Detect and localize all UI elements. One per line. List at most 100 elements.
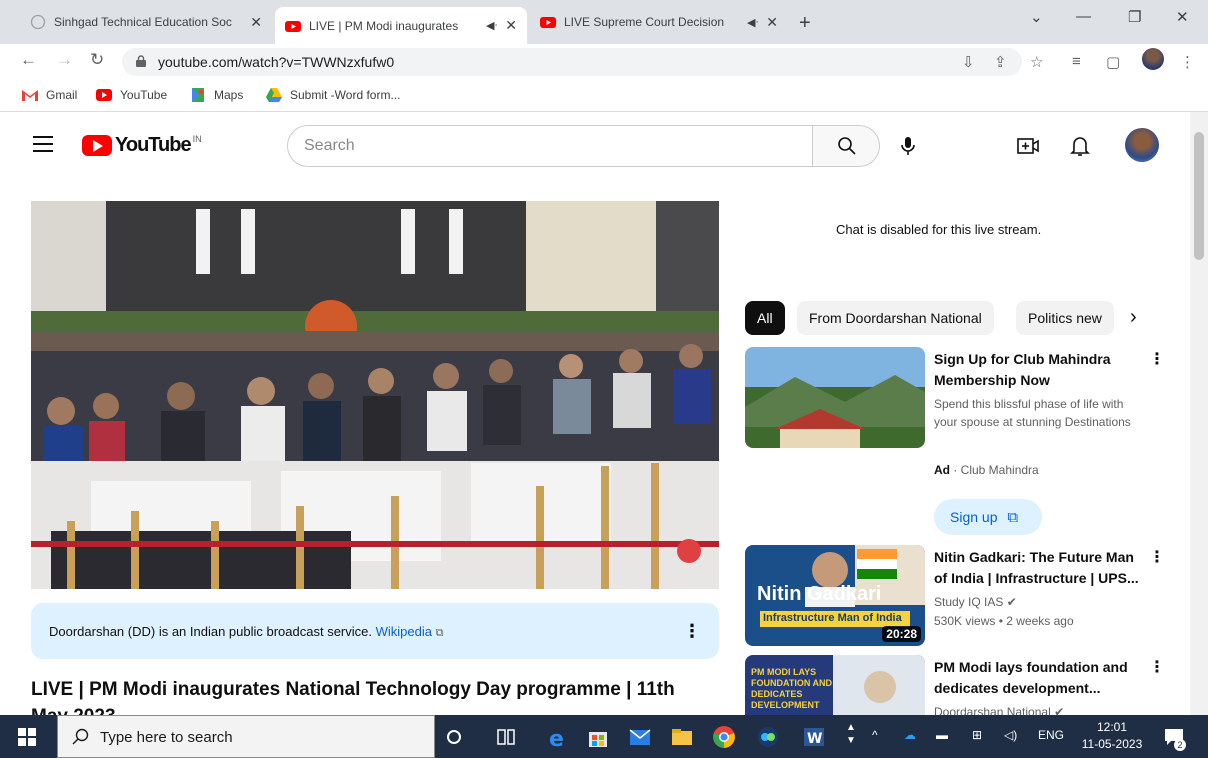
external-link-icon: ⧉: [1007, 509, 1019, 526]
chip-politics[interactable]: Politics new: [1016, 301, 1114, 335]
browser-tab-strip: Sinhgad Technical Education Soc ✕ LIVE |…: [0, 0, 1208, 44]
external-link-icon[interactable]: ⧉: [436, 627, 444, 639]
webex-icon[interactable]: [756, 725, 780, 749]
microsoft-store-icon[interactable]: [586, 725, 610, 749]
tab-supreme-court-live[interactable]: LIVE Supreme Court Decision ◀ᐧ ✕: [530, 7, 788, 37]
bookmark-star-icon[interactable]: ☆: [1030, 53, 1043, 71]
youtube-logo[interactable]: YouTube IN: [82, 134, 202, 157]
windows-start-icon[interactable]: [18, 728, 36, 746]
tab-title: LIVE | PM Modi inaugurates: [309, 18, 459, 33]
card-title[interactable]: Sign Up for Club Mahindra Membership Now: [934, 349, 1144, 391]
reading-list-icon[interactable]: ≡: [1072, 53, 1081, 70]
menu-icon[interactable]: [33, 136, 53, 152]
close-tab-icon[interactable]: ✕: [505, 17, 517, 34]
create-video-icon[interactable]: [1016, 134, 1040, 158]
globe-icon: [30, 14, 46, 30]
verified-check-icon: ✔: [1006, 595, 1017, 609]
video-thumbnail[interactable]: PM MODI LAYS FOUNDATION AND DEDICATES DE…: [745, 655, 925, 715]
youtube-wordmark: YouTube: [115, 134, 192, 156]
install-app-icon[interactable]: ⇩: [962, 53, 975, 71]
bookmark-submit-word-form[interactable]: Submit -Word form...: [266, 88, 400, 102]
chat-disabled-message: Chat is disabled for this live stream.: [836, 222, 1042, 237]
edge-browser-icon[interactable]: e: [546, 725, 570, 749]
battery-icon[interactable]: ▬: [936, 728, 948, 742]
tab-sinhgad[interactable]: Sinhgad Technical Education Soc ✕: [20, 7, 272, 37]
new-tab-button[interactable]: +: [799, 12, 811, 35]
youtube-play-logo-icon: [82, 135, 112, 156]
more-options-icon[interactable]: ⋮: [1149, 547, 1165, 567]
chip-from-doordarshan[interactable]: From Doordarshan National: [797, 301, 994, 335]
side-panel-icon[interactable]: ▢: [1106, 53, 1120, 71]
ad-advertiser-line: Ad · Club Mahindra: [934, 463, 1039, 477]
video-thumbnail[interactable]: Nitin Gadkari Infrastructure Man of Indi…: [745, 545, 925, 646]
thumb-text: PM MODI LAYS FOUNDATION AND DEDICATES DE…: [751, 667, 832, 710]
volume-icon[interactable]: ◁): [1004, 728, 1017, 742]
close-window-icon[interactable]: ✕: [1176, 8, 1189, 26]
ad-badge: Ad: [934, 463, 950, 477]
scrollbar-thumb[interactable]: [1194, 132, 1204, 260]
microphone-icon[interactable]: [896, 134, 920, 158]
back-arrow-icon[interactable]: ←: [20, 50, 37, 70]
system-clock[interactable]: 12:01 11-05-2023: [1077, 719, 1147, 753]
windows-taskbar: Type here to search e W ▲ ▼ ^ ☁ ▬ ⊞ ◁) EN…: [0, 715, 1208, 758]
address-bar[interactable]: youtube.com/watch?v=TWWNzxfufw0: [122, 48, 1022, 76]
share-icon[interactable]: ⇪: [994, 53, 1007, 71]
restore-icon[interactable]: ❐: [1128, 8, 1141, 26]
more-options-icon[interactable]: ⋮: [1149, 657, 1165, 677]
minimize-icon[interactable]: —: [1076, 8, 1091, 25]
show-hidden-icons-chevron[interactable]: ^: [872, 728, 878, 742]
search-button[interactable]: [812, 125, 880, 167]
chip-all[interactable]: All: [745, 301, 785, 335]
speaker-icon[interactable]: ◀ᐧ: [747, 16, 758, 29]
bookmark-gmail[interactable]: Gmail: [22, 88, 77, 102]
browser-profile-avatar[interactable]: [1142, 48, 1164, 70]
bookmarks-bar: Gmail YouTube Maps Submit -Word form...: [0, 80, 1208, 112]
tab-search-chevron-icon[interactable]: ⌄: [1030, 8, 1043, 26]
more-options-icon[interactable]: ⋮: [1149, 349, 1165, 369]
ad-thumbnail[interactable]: [745, 347, 925, 448]
onedrive-icon[interactable]: ☁: [904, 728, 916, 742]
cortana-icon[interactable]: [442, 725, 466, 749]
wikipedia-link[interactable]: Wikipedia: [376, 624, 432, 639]
tab-pm-modi-live[interactable]: LIVE | PM Modi inaugurates ◀ᐧ ✕: [275, 7, 527, 44]
notification-count-badge: 2: [1174, 739, 1186, 751]
close-tab-icon[interactable]: ✕: [766, 14, 778, 31]
tab-title: Sinhgad Technical Education Soc: [54, 15, 232, 29]
network-icon[interactable]: ⊞: [972, 728, 982, 742]
taskbar-search-box[interactable]: Type here to search: [57, 715, 435, 758]
video-duration: 20:28: [882, 626, 921, 642]
video-player[interactable]: [31, 201, 719, 589]
clock-date: 11-05-2023: [1081, 737, 1143, 751]
youtube-favicon-icon: [285, 20, 301, 32]
search-icon: [72, 728, 89, 745]
taskbar-scroll-arrows-icon[interactable]: ▲ ▼: [846, 721, 856, 747]
notifications-bell-icon[interactable]: [1068, 134, 1092, 158]
card-title[interactable]: Nitin Gadkari: The Future Man of India |…: [934, 547, 1144, 589]
youtube-masthead: YouTube IN: [0, 112, 1190, 180]
sign-up-button[interactable]: Sign up ⧉: [934, 499, 1042, 535]
chip-bar: All From Doordarshan National Politics n…: [745, 301, 1160, 335]
language-indicator[interactable]: ENG: [1038, 728, 1064, 742]
lock-icon: [136, 55, 146, 67]
word-icon[interactable]: W: [802, 725, 826, 749]
thumb-name-text: Nitin Gadkari: [757, 583, 882, 605]
url-text: youtube.com/watch?v=TWWNzxfufw0: [158, 54, 395, 70]
mail-icon[interactable]: [628, 725, 652, 749]
chevron-right-icon[interactable]: ›: [1130, 306, 1137, 329]
more-options-icon[interactable]: ⋮: [683, 621, 701, 642]
card-title[interactable]: PM Modi lays foundation and dedicates de…: [934, 657, 1144, 699]
info-panel-text: Doordarshan (DD) is an Indian public bro…: [49, 624, 444, 639]
channel-name[interactable]: Study IQ IAS ✔: [934, 593, 1017, 611]
reload-icon[interactable]: ↻: [90, 50, 104, 70]
file-explorer-icon[interactable]: [670, 725, 694, 749]
close-tab-icon[interactable]: ✕: [250, 14, 262, 31]
chrome-menu-icon[interactable]: ⋮: [1180, 53, 1195, 71]
search-input[interactable]: [304, 126, 784, 166]
bookmark-youtube[interactable]: YouTube: [96, 88, 167, 102]
chrome-icon[interactable]: [712, 725, 736, 749]
bookmark-maps[interactable]: Maps: [190, 88, 243, 102]
task-view-icon[interactable]: [494, 725, 518, 749]
speaker-icon[interactable]: ◀ᐧ: [486, 19, 497, 32]
account-avatar[interactable]: [1125, 128, 1159, 162]
forward-arrow-icon[interactable]: →: [56, 50, 73, 70]
